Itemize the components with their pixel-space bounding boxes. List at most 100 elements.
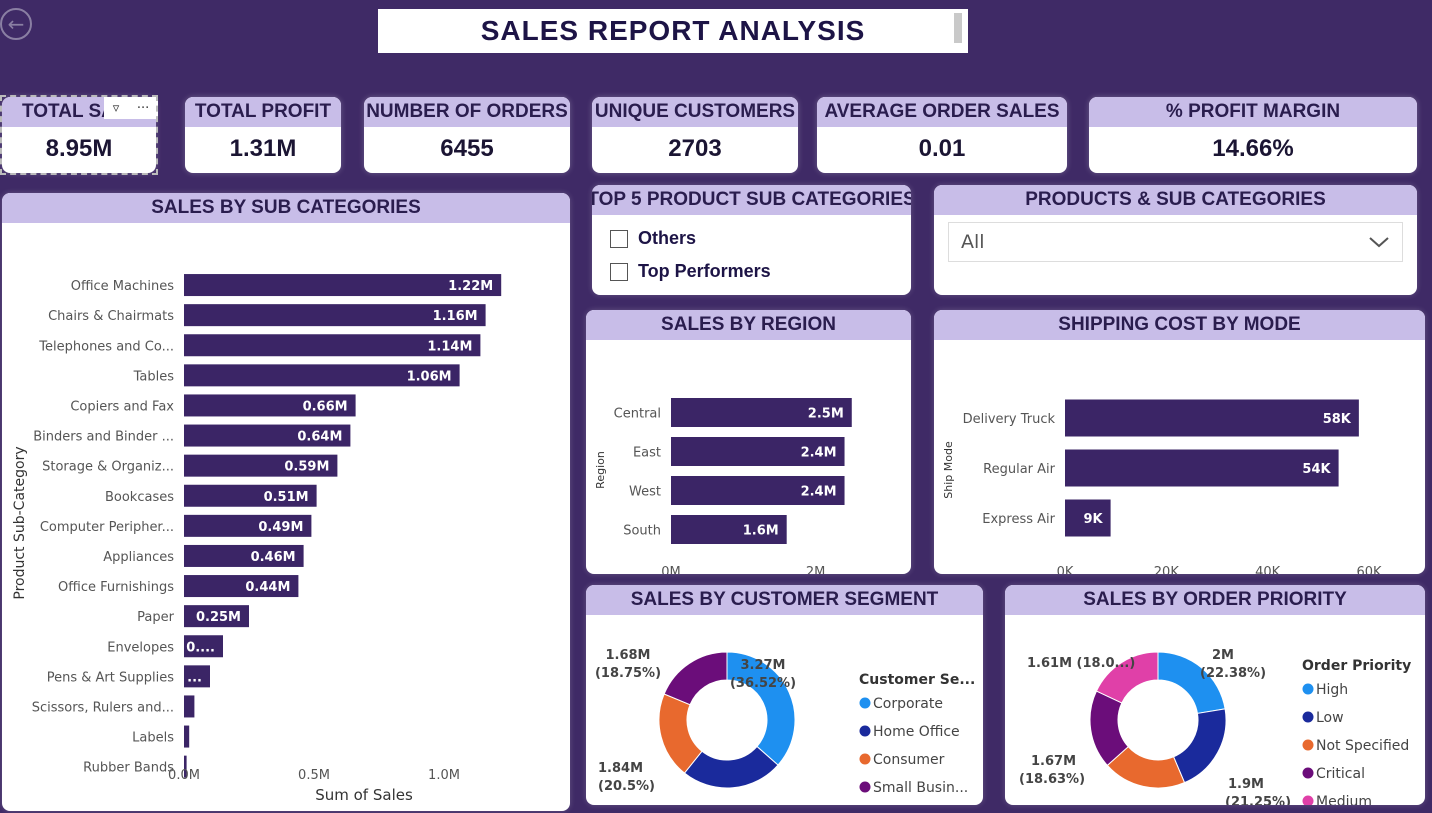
- data-label: 2.5M: [808, 407, 844, 422]
- legend-marker: [859, 697, 871, 709]
- legend-item[interactable]: Critical: [1316, 766, 1365, 782]
- category-label: Binders and Binder ...: [33, 430, 174, 445]
- data-label: 1.14M: [427, 339, 472, 354]
- data-label: 0....: [186, 640, 215, 655]
- legend-item[interactable]: Consumer: [873, 752, 945, 768]
- products-subcategories-slicer[interactable]: PRODUCTS & SUB CATEGORIES All: [934, 185, 1417, 295]
- category-label: East: [633, 446, 661, 461]
- data-label: 1.06M: [407, 369, 452, 384]
- pie-slice[interactable]: [663, 651, 728, 706]
- kpi-card-total-profit[interactable]: TOTAL PROFIT 1.31M: [185, 97, 341, 173]
- category-label: West: [629, 485, 661, 500]
- kpi-label: % PROFIT MARGIN: [1089, 97, 1417, 127]
- y-axis-title: Ship Mode: [942, 441, 955, 499]
- bar[interactable]: [1065, 399, 1359, 437]
- legend-marker: [1302, 739, 1314, 751]
- legend-marker: [1302, 683, 1314, 695]
- data-label: (18.75%): [595, 666, 661, 681]
- data-label: 0.59M: [284, 460, 329, 475]
- bar[interactable]: [184, 695, 195, 718]
- slicer-option-top-performers[interactable]: Top Performers: [610, 255, 893, 288]
- slicer-option-others[interactable]: Others: [610, 222, 893, 255]
- category-label: Office Furnishings: [58, 580, 174, 595]
- top5-subcategory-slicer[interactable]: TOP 5 PRODUCT SUB CATEGORIES Others Top …: [592, 185, 911, 295]
- title-scrollbar[interactable]: [954, 13, 962, 43]
- data-label: 2.4M: [801, 446, 837, 461]
- legend-item[interactable]: Medium: [1316, 794, 1372, 805]
- checkbox[interactable]: [610, 262, 628, 281]
- slicer-option-label: Top Performers: [638, 261, 771, 281]
- data-label: 1.84M: [598, 761, 643, 776]
- pie-slice[interactable]: [1172, 708, 1227, 784]
- shipping-cost-by-mode-panel[interactable]: SHIPPING COST BY MODE Delivery Truck 58K R…: [934, 310, 1425, 574]
- category-label: Telephones and Co...: [38, 339, 174, 354]
- category-label: Envelopes: [107, 640, 174, 655]
- y-axis-title: Product Sub-Category: [12, 446, 28, 599]
- kpi-card-unique-customers[interactable]: UNIQUE CUSTOMERS 2703: [592, 97, 798, 173]
- kpi-label: AVERAGE ORDER SALES: [817, 97, 1067, 127]
- slicer-option-label: Others: [638, 228, 697, 248]
- category-label: Pens & Art Supplies: [47, 670, 174, 685]
- sales-by-region-chart[interactable]: Central 2.5M East 2.4M West 2.4M South 1.6M 0M 2M…: [586, 340, 911, 574]
- sales-by-order-priority-panel[interactable]: SALES BY ORDER PRIORITY 2M (22.38%) 1.9M (2…: [1005, 585, 1425, 805]
- y-axis-title: Region: [594, 451, 607, 489]
- kpi-value: 8.95M: [45, 135, 113, 162]
- data-label: (20.5%): [598, 779, 655, 794]
- panel-title: SALES BY SUB CATEGORIES: [2, 193, 570, 223]
- tick-label: 0M: [661, 565, 681, 574]
- category-label: Computer Peripher...: [40, 520, 174, 535]
- data-label: 1.6M: [743, 524, 779, 539]
- data-label: 0.25M: [196, 610, 241, 625]
- sales-by-subcategory-panel[interactable]: SALES BY SUB CATEGORIES Office Machines 1…: [2, 193, 570, 811]
- bar[interactable]: [1065, 449, 1339, 487]
- x-axis-title: Sum of Sales: [315, 786, 413, 804]
- tick-label: 20K: [1154, 565, 1180, 574]
- category-label: Copiers and Fax: [70, 399, 174, 414]
- category-label: Tables: [133, 369, 175, 384]
- kpi-card-number-of-orders[interactable]: NUMBER OF ORDERS 6455: [364, 97, 570, 173]
- category-label: South: [623, 524, 661, 539]
- data-label: 1.9M: [1228, 777, 1264, 792]
- kpi-card-profit-margin[interactable]: % PROFIT MARGIN 14.66%: [1089, 97, 1417, 173]
- data-label: 0.49M: [258, 520, 303, 535]
- tick-label: 60K: [1356, 565, 1382, 574]
- legend-title: Customer Se...: [859, 672, 975, 688]
- category-label: Bookcases: [105, 490, 174, 505]
- legend-marker: [1302, 795, 1314, 805]
- panel-title: SHIPPING COST BY MODE: [934, 310, 1425, 340]
- bar[interactable]: [184, 725, 190, 748]
- legend-marker: [859, 725, 871, 737]
- kpi-label: NUMBER OF ORDERS: [364, 97, 570, 127]
- category-label: Express Air: [982, 512, 1055, 527]
- visual-header-toolbar: ▿ ···: [104, 97, 158, 119]
- legend-item[interactable]: Small Busin...: [873, 780, 968, 796]
- data-label: 3.27M: [740, 658, 785, 673]
- sales-by-customer-segment-chart[interactable]: 3.27M(36.52%)2.17M (24.2...)1.84M(20.5%)…: [586, 615, 983, 805]
- kpi-value: 0.01: [918, 135, 966, 162]
- checkbox[interactable]: [610, 229, 628, 248]
- legend-item[interactable]: Home Office: [873, 724, 960, 740]
- legend-item[interactable]: Corporate: [873, 696, 943, 712]
- data-label: 0.44M: [245, 580, 290, 595]
- shipping-cost-by-mode-chart[interactable]: Delivery Truck 58K Regular Air 54K Express A…: [934, 340, 1425, 574]
- page-title: SALES REPORT ANALYSIS: [480, 15, 866, 46]
- legend-item[interactable]: High: [1316, 682, 1348, 698]
- category-label: Regular Air: [983, 462, 1055, 477]
- filter-icon[interactable]: ▿: [113, 101, 120, 116]
- legend-item[interactable]: Low: [1316, 710, 1344, 726]
- legend-item[interactable]: Not Specified: [1316, 738, 1409, 754]
- sales-by-subcategory-chart[interactable]: Office Machines 1.22M Chairs & Chairmats 1.…: [2, 223, 570, 811]
- data-label: 1.68M: [605, 648, 650, 663]
- back-arrow-icon[interactable]: ←: [0, 8, 32, 40]
- products-dropdown[interactable]: All: [948, 222, 1403, 262]
- sales-by-order-priority-chart[interactable]: 2M (22.38%) 1.9M (21.25%) 1.77M (19.7...) 1.6…: [1005, 615, 1425, 805]
- sales-by-customer-segment-panel[interactable]: SALES BY CUSTOMER SEGMENT 3.27M(36.52%)2…: [586, 585, 983, 805]
- kpi-card-average-order-sales[interactable]: AVERAGE ORDER SALES 0.01: [817, 97, 1067, 173]
- kpi-value: 6455: [440, 135, 494, 162]
- kpi-label: TOTAL PROFIT: [185, 97, 341, 127]
- data-label: 2.4M: [801, 485, 837, 500]
- sales-by-region-panel[interactable]: SALES BY REGION Central 2.5M East 2.4M West 2…: [586, 310, 911, 574]
- more-options-icon[interactable]: ···: [137, 101, 149, 116]
- tick-label: 0.0M: [168, 768, 200, 783]
- data-label: 1.61M (18.0...): [1027, 656, 1135, 671]
